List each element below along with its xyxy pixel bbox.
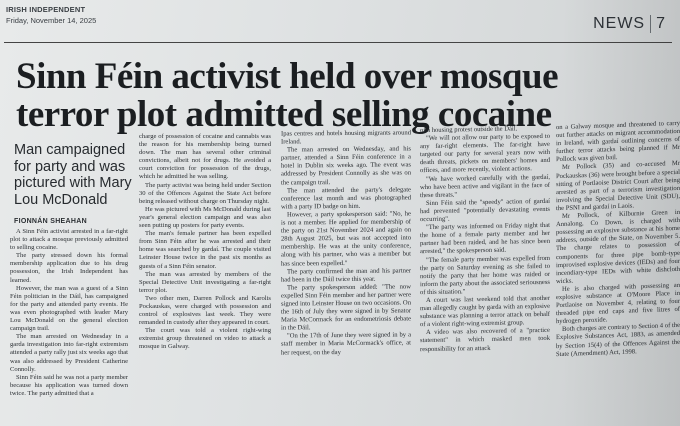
paragraph: charge of possession of cocaine and cann…: [139, 133, 271, 181]
paragraph: "The party was informed on Friday night …: [420, 221, 550, 256]
article-column-3: Ipas centres and hotels housing migrants…: [281, 129, 411, 357]
paragraph: The man's female partner has been expell…: [139, 230, 271, 270]
paragraph: Sinn Féin said he was not a party member…: [10, 373, 128, 397]
paragraph: A Sinn Féin activist arrested in a far-r…: [10, 228, 128, 252]
paragraph: Two other men, Darren Pollock and Karoli…: [139, 294, 271, 327]
issue-date: Friday, November 14, 2025: [6, 16, 97, 25]
section-name: NEWS: [593, 15, 646, 32]
byline: FIONNÁN SHEAHAN: [14, 218, 87, 225]
paragraph: "The female party member was expelled fr…: [420, 254, 550, 297]
paragraph: Ipas centres and hotels housing migrants…: [281, 129, 411, 146]
paragraph: Mr Pollock, of Kilburnie Green in Annalo…: [556, 208, 680, 285]
paragraph: He is also charged with possessing an ex…: [556, 281, 680, 326]
page-number: 7: [656, 15, 666, 32]
paragraph: The party confirmed the man and his part…: [281, 267, 411, 284]
paragraph: However, the man was a guest of a Sinn F…: [10, 284, 128, 333]
section-label: NEWS 7: [593, 15, 666, 33]
paragraph: A video was also recovered of a "practic…: [420, 327, 550, 353]
headline-line-1: Sinn Féin activist held over mosque: [16, 56, 559, 97]
paragraph: The party spokesperson added: "The now e…: [281, 283, 411, 332]
paragraph: "We will not allow our party to be expos…: [420, 132, 550, 175]
masthead: IRISH INDEPENDENT Friday, November 14, 2…: [6, 5, 96, 25]
paragraph: "We have worked carefully with the garda…: [420, 173, 550, 199]
article-column-2: charge of possession of cocaine and cann…: [139, 133, 271, 352]
paragraph: Mr Pollock (35) and co-accused Mr Pockau…: [556, 160, 680, 213]
paper-name: IRISH INDEPENDENT: [6, 5, 86, 14]
article-column-1: A Sinn Féin activist arrested in a far-r…: [10, 228, 128, 398]
article-column-4: of a housing protest outside the Dáil. "…: [420, 125, 550, 354]
paragraph: The man arrested on Wednesday, and his p…: [281, 145, 411, 187]
newspaper-page: IRISH INDEPENDENT Friday, November 14, 2…: [0, 0, 680, 426]
article-column-5: on a Galway mosque and threatened to car…: [556, 120, 680, 359]
paragraph: A court was last weekend told that anoth…: [420, 294, 550, 329]
paragraph: The man arrested on Wednesday in a garda…: [10, 333, 128, 373]
paragraph: "On the 17th of June they were signed in…: [281, 331, 411, 357]
paragraph: Both charges are contrary to Section 4 o…: [556, 322, 680, 358]
paragraph: The party activist was being held under …: [139, 181, 271, 205]
article-deck: Man campaigned for party and was picture…: [14, 142, 132, 208]
paragraph: The man was arrested by members of the S…: [139, 270, 271, 294]
paragraph: He was pictured with Ms McDonald during …: [139, 205, 271, 230]
masthead-rule: [4, 42, 672, 43]
paragraph: The party stressed down his formal membe…: [10, 252, 128, 284]
paragraph: The court was told a violent right-wing …: [139, 327, 271, 351]
paragraph: on a Galway mosque and threatened to car…: [556, 119, 680, 164]
paragraph: The man attended the party's delegate co…: [281, 186, 411, 211]
paragraph: Sinn Féin said the "speedy" action of ga…: [420, 197, 550, 224]
section-divider: [650, 15, 652, 33]
paragraph: However, a party spokesperson said: "No,…: [281, 210, 411, 268]
